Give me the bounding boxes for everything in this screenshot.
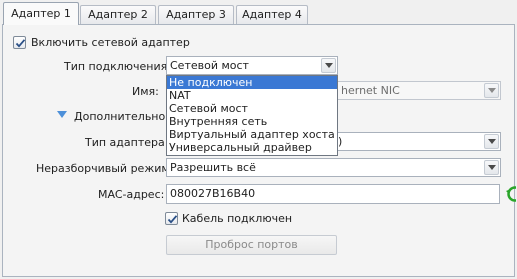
tab-adapter-2[interactable]: Адаптер 2 [80, 5, 156, 24]
tab-bar: Адаптер 1 Адаптер 2 Адаптер 3 Адаптер 4 [0, 0, 517, 25]
name-value: hernet NIC [341, 84, 400, 97]
dropdown-option-host-only[interactable]: Виртуальный адаптер хоста [167, 128, 337, 141]
enable-adapter-label: Включить сетевой адаптер [31, 36, 190, 49]
chevron-down-icon[interactable] [484, 83, 499, 98]
chevron-down-icon[interactable] [484, 160, 499, 175]
attached-to-dropdown-list: Не подключен NAT Сетевой мост Внутренняя… [166, 75, 338, 156]
checkmark-icon [15, 39, 26, 48]
promiscuous-mode-value: Разрешить всё [170, 161, 256, 174]
name-label: Имя: [132, 85, 159, 98]
attached-to-combobox[interactable]: Сетевой мост [166, 56, 338, 75]
mac-address-label: MAC-адрес: [98, 188, 165, 201]
enable-adapter-checkbox[interactable] [13, 36, 26, 49]
adapter-type-value: ) [338, 135, 343, 148]
adapter-type-label: Тип адаптера: [85, 136, 169, 149]
tab-adapter-3[interactable]: Адаптер 3 [158, 5, 234, 24]
dropdown-option-generic[interactable]: Универсальный драйвер [167, 141, 337, 154]
promiscuous-mode-label: Неразборчивый режим: [36, 162, 174, 175]
dropdown-option-internal[interactable]: Внутренняя сеть [167, 115, 337, 128]
chevron-down-icon[interactable] [321, 58, 336, 73]
chevron-down-icon[interactable] [484, 134, 499, 149]
attached-to-label: Тип подключения: [64, 60, 171, 73]
dropdown-option-not-attached[interactable]: Не подключен [167, 76, 337, 89]
dropdown-option-bridged[interactable]: Сетевой мост [167, 102, 337, 115]
port-forwarding-button[interactable]: Проброс портов [166, 235, 337, 255]
tab-adapter-4[interactable]: Адаптер 4 [236, 5, 308, 24]
cable-connected-checkbox[interactable] [165, 212, 178, 225]
mac-address-field[interactable]: 080027B16B40 [166, 184, 500, 204]
advanced-label[interactable]: Дополнительно [74, 110, 165, 123]
expand-triangle-icon[interactable] [57, 111, 67, 119]
checkmark-icon [167, 215, 178, 224]
cable-connected-label: Кабель подключен [182, 212, 293, 225]
refresh-icon[interactable] [506, 185, 516, 203]
tab-adapter-1[interactable]: Адаптер 1 [3, 2, 79, 25]
attached-to-value: Сетевой мост [170, 59, 249, 72]
dropdown-option-nat[interactable]: NAT [167, 89, 337, 102]
promiscuous-mode-combobox[interactable]: Разрешить всё [166, 158, 501, 177]
